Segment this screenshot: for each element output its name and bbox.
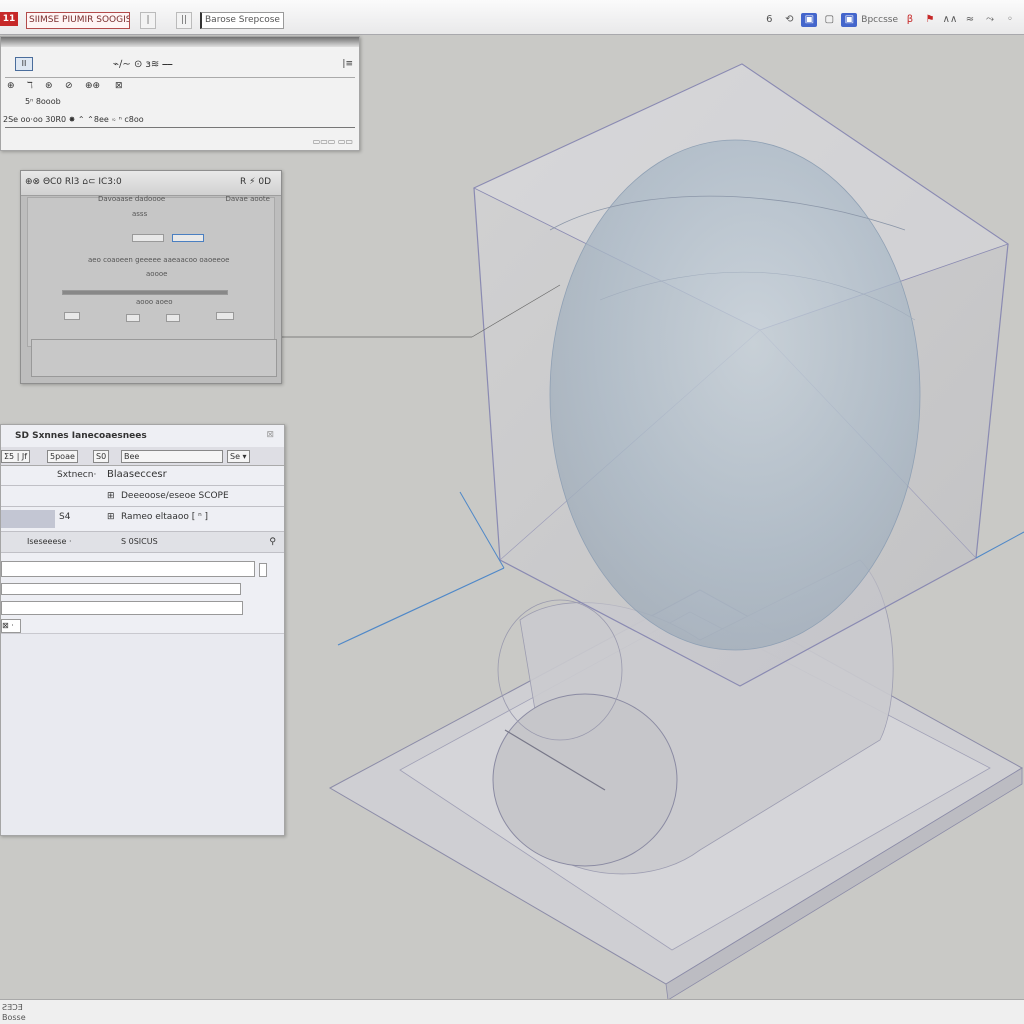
palette-footer: ▭▭▭ ▭▭ — [312, 137, 353, 146]
input-field-1[interactable] — [1, 561, 255, 577]
palette-item-2[interactable]: ℸ — [27, 81, 33, 91]
redo-icon[interactable]: ⟲ — [781, 13, 797, 27]
toolbar-button-2[interactable]: || — [176, 12, 192, 29]
dialog-label-3: aoooe — [146, 270, 168, 278]
frame-icon[interactable]: ▢ — [821, 13, 837, 27]
prop-row-4[interactable]: Iseseeese · S 0SICUS ⚲ — [1, 532, 284, 553]
dialog-btn-2[interactable] — [126, 314, 140, 322]
close-icon[interactable]: ⊠ — [266, 430, 274, 440]
search-icon[interactable]: ⚲ — [269, 532, 276, 552]
input-field-2[interactable] — [1, 583, 241, 595]
status-line-1: ƧƎƆƎ — [2, 1003, 23, 1012]
mountain-icon[interactable]: ∧∧ — [942, 13, 958, 27]
view-icon[interactable]: ▣ — [801, 13, 818, 27]
palette-info-row: 2Se oo·oo 30R0 ✸ ⌃ ⌃8ee ⍨ ⁿ c8oo — [3, 115, 144, 124]
axis-lines — [282, 284, 1024, 646]
panel-empty-area — [1, 633, 284, 835]
document-tab[interactable]: SIIMSE PIUMIR SOOGIS — [26, 12, 130, 29]
dialog-btn-4[interactable] — [216, 312, 234, 320]
panel-title: SD Sxnnes Ianecoaesnees — [15, 431, 147, 441]
dialog-body: Davoaase dadoooe Davae aoote asss aeo co… — [27, 195, 275, 347]
prop-row-1-right: Blaaseccesr — [107, 469, 167, 480]
app-logo[interactable]: 11 — [0, 12, 18, 26]
prop-row-1[interactable]: Sxtnecn· Blaaseccesr — [1, 465, 284, 486]
scroll-handle[interactable] — [259, 563, 267, 577]
prop-row-4-left: Iseseeese · — [27, 537, 72, 546]
prop-row-1-left: Sxtnecn· — [57, 470, 97, 480]
palette-divider — [5, 77, 355, 78]
dot-icon[interactable]: ◦ — [1002, 13, 1018, 27]
right-toolbar: 6 ⟲ ▣ ▢ ▣ Bpccsse β ⚑ ∧∧ ≈ ⤳ ◦ — [761, 12, 1018, 28]
flag-icon[interactable]: ⚑ — [922, 13, 938, 27]
palette-header — [1, 37, 359, 47]
dialog-preview-box — [31, 339, 277, 377]
palette-icon[interactable]: II — [15, 57, 33, 71]
dialog-label-1: asss — [132, 210, 148, 218]
status-bar: ƧƎƆƎ Bosse — [0, 999, 1024, 1024]
grid-icon: ⊞ — [107, 491, 115, 501]
model-box — [473, 63, 1009, 687]
palette-item-6[interactable]: ⊠ — [115, 81, 123, 91]
dialog-label-4: aooo aoeo — [136, 298, 173, 306]
palette-item-5[interactable]: ⊕⊕ — [85, 81, 100, 91]
dialog-field-2[interactable] — [172, 234, 204, 242]
render-mode-label[interactable]: Bpccsse — [861, 15, 898, 25]
palette-item-1[interactable]: ⊕ — [7, 81, 15, 91]
palette-item-3[interactable]: ⊛ — [45, 81, 53, 91]
panel-toolbar: Σ5 | Jf 5poae S0 Bee Se ▾ — [1, 447, 284, 466]
prop-row-3-left: S4 — [59, 512, 71, 522]
prop-row-3[interactable]: S4 ⊞ Rameo eltaaoo [ ⁿ ] — [1, 507, 284, 532]
grid-icon: ⊞ — [107, 512, 115, 522]
display-icon[interactable]: ▣ — [841, 13, 858, 27]
wave-icon[interactable]: ≈ — [962, 13, 978, 27]
dialog-header-right[interactable]: R ⚡ 0D — [240, 177, 271, 187]
undo-icon[interactable]: 6 — [761, 13, 777, 27]
tool-palette: II |≡ ⌁∕∼ ⊙ ɜ≋ ⎯⎯ ⊕ ℸ ⊛ ⊘ ⊕⊕ ⊠ 5ⁿ 8ooob … — [0, 36, 360, 151]
status-line-2: Bosse — [2, 1013, 26, 1022]
dialog-sub-left: Davoaase dadoooe — [98, 195, 166, 203]
object-properties-panel: SD Sxnnes Ianecoaesnees ⊠ Σ5 | Jf 5poae … — [0, 424, 285, 836]
dialog-btn-3[interactable] — [166, 314, 180, 322]
prop-row-2-text: Deeeoose/eseoe SCOPE — [121, 491, 229, 501]
model-base — [328, 589, 1023, 1001]
palette-sub-label: 5ⁿ 8ooob — [25, 97, 61, 106]
dialog-slider[interactable] — [62, 290, 228, 295]
top-toolbar: 11 SIIMSE PIUMIR SOOGIS | || Barose Srep… — [0, 0, 1024, 35]
input-field-3[interactable] — [1, 601, 243, 615]
toolbar-dropdown[interactable]: Bee — [121, 450, 223, 463]
badge[interactable]: ⊠ · — [1, 619, 21, 633]
model-sphere — [549, 139, 921, 651]
palette-ruler — [5, 127, 355, 128]
color-swatch[interactable] — [1, 510, 55, 528]
dialog-field-1[interactable] — [132, 234, 164, 242]
properties-dialog: ⊕⊗ ΘC0 Rl3 ⌂⊂ IC3:0 R ⚡ 0D Davoaase dado… — [20, 170, 282, 384]
dialog-label-2: aeo coaoeen geeeee aaeaacoo oaoeeoe — [88, 256, 230, 264]
dialog-header-tools[interactable]: ⊕⊗ ΘC0 Rl3 ⌂⊂ IC3:0 — [25, 177, 122, 187]
dialog-sub-right: Davae aoote — [225, 195, 270, 203]
model-cylinder — [492, 559, 894, 875]
arrow-icon[interactable]: ⤳ — [982, 13, 998, 27]
toolbar-btn-3[interactable]: S0 — [93, 450, 110, 463]
prop-row-4-right: S 0SICUS — [121, 537, 158, 546]
toolbar-btn-1[interactable]: Σ5 | Jf — [1, 450, 31, 463]
dialog-btn-1[interactable] — [64, 312, 80, 320]
palette-item-4[interactable]: ⊘ — [65, 81, 73, 91]
palette-tools-row[interactable]: ⌁∕∼ ⊙ ɜ≋ ⎯⎯ — [113, 59, 172, 70]
dialog-header: ⊕⊗ ΘC0 Rl3 ⌂⊂ IC3:0 R ⚡ 0D — [21, 171, 281, 196]
palette-menu-icon[interactable]: |≡ — [342, 59, 353, 69]
toolbar-field[interactable]: Barose Srepcose — [200, 12, 284, 29]
prop-row-3-text: Rameo eltaaoo [ ⁿ ] — [121, 512, 209, 522]
toolbar-btn-2[interactable]: 5poae — [47, 450, 78, 463]
prop-row-2[interactable]: ⊞ Deeeoose/eseoe SCOPE — [1, 486, 284, 507]
toolbar-button-1[interactable]: | — [140, 12, 156, 29]
toolbar-btn-5[interactable]: Se ▾ — [227, 450, 250, 463]
beta-icon[interactable]: β — [902, 13, 918, 27]
